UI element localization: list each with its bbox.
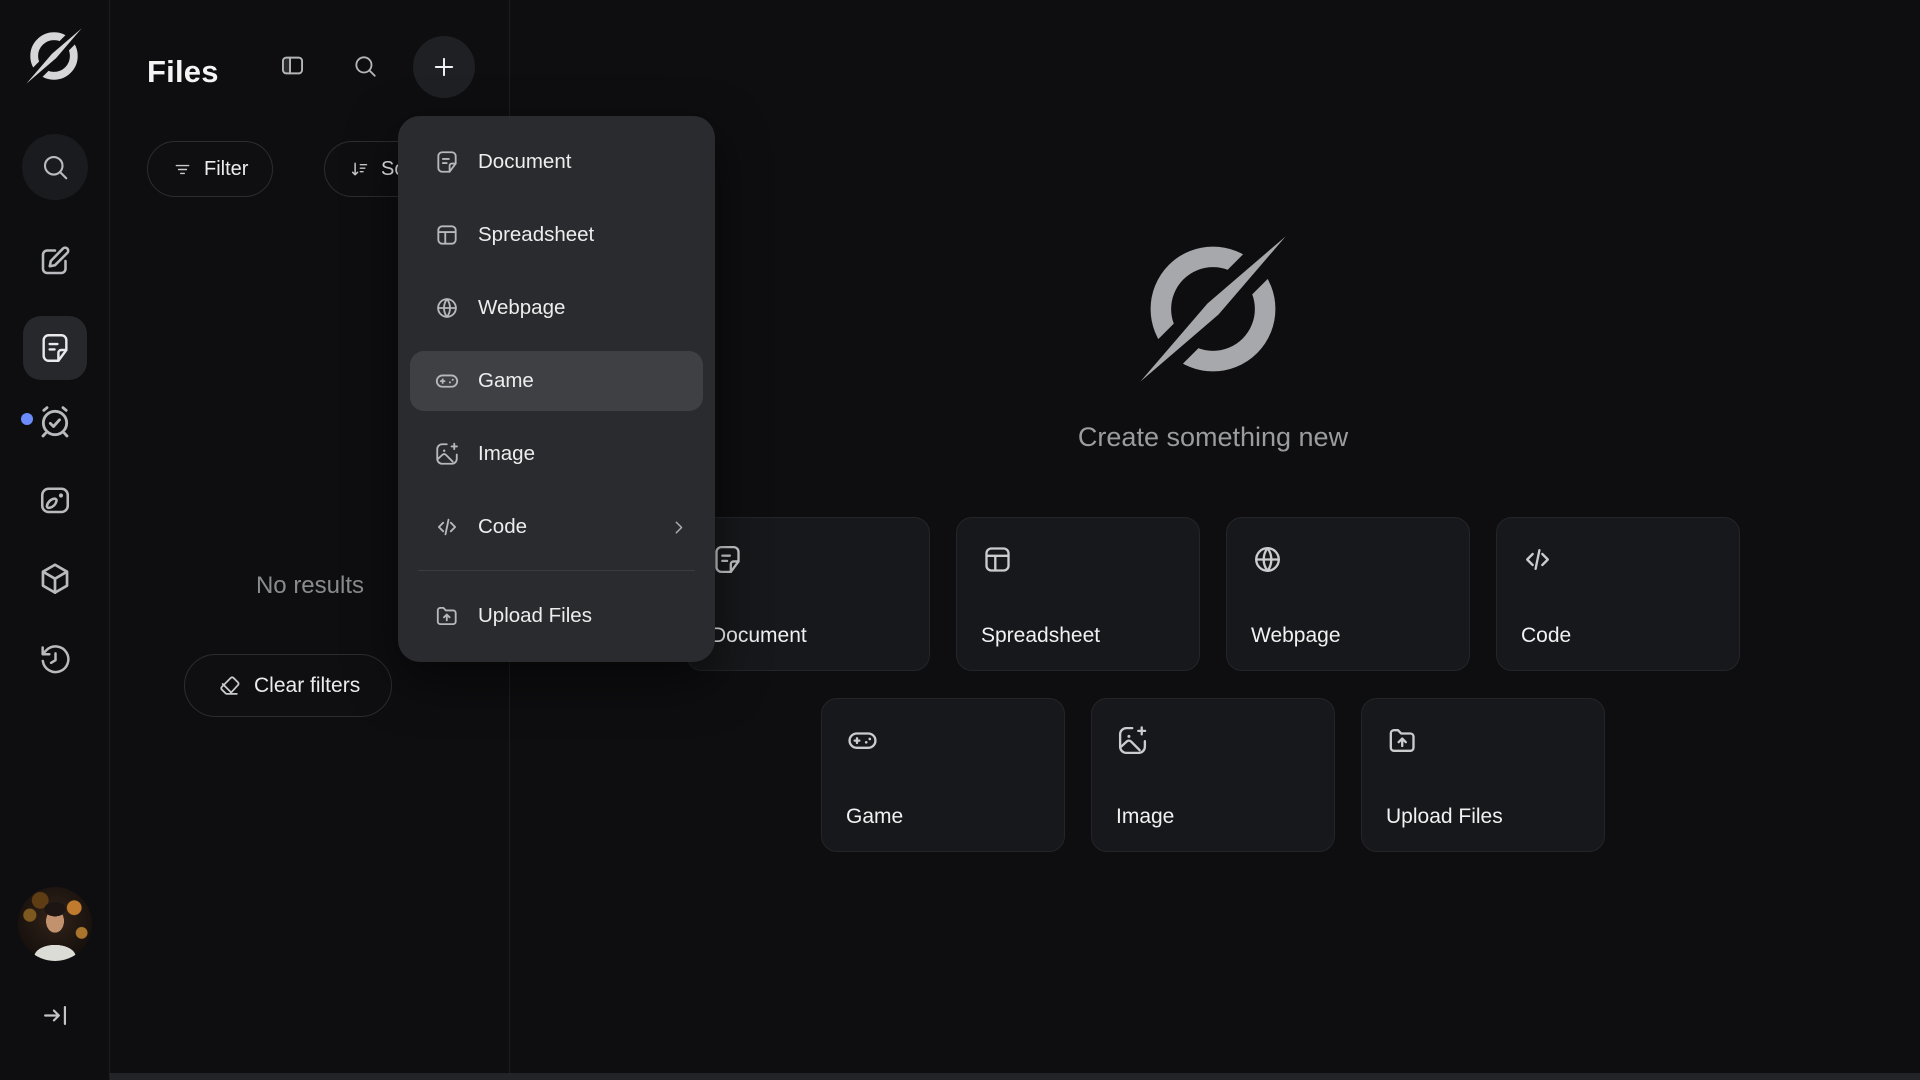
create-card-game[interactable]: Game xyxy=(821,698,1065,852)
sidebar-reminders-button[interactable] xyxy=(34,400,76,442)
card-label: Webpage xyxy=(1251,624,1445,648)
menu-item-label: Webpage xyxy=(478,296,565,320)
menu-item-label: Image xyxy=(478,442,535,466)
sidebar-compose-button[interactable] xyxy=(36,242,74,280)
menu-item-upload-files[interactable]: Upload Files xyxy=(410,586,703,646)
toggle-panel-button[interactable] xyxy=(279,52,306,79)
menu-item-document[interactable]: Document xyxy=(410,132,703,192)
plus-icon xyxy=(430,53,458,81)
compose-icon xyxy=(37,243,73,279)
cube-icon xyxy=(36,560,74,598)
app-window: Files Filter Sort No results Clear filte… xyxy=(0,0,1920,1080)
logo-icon xyxy=(1134,230,1292,388)
card-label: Upload Files xyxy=(1386,805,1580,829)
create-card-webpage[interactable]: Webpage xyxy=(1226,517,1470,671)
globe-icon xyxy=(434,295,460,321)
sidebar-search-button[interactable] xyxy=(22,134,88,200)
create-card-spreadsheet[interactable]: Spreadsheet xyxy=(956,517,1200,671)
code-icon xyxy=(1521,543,1554,576)
create-area: Create something new Document Spreadshee… xyxy=(510,0,1920,1080)
create-card-image[interactable]: Image xyxy=(1091,698,1335,852)
gamepad-icon xyxy=(434,368,460,394)
create-new-button[interactable] xyxy=(413,36,475,98)
image-plus-icon xyxy=(1116,724,1149,757)
menu-item-label: Code xyxy=(478,515,527,539)
menu-item-spreadsheet[interactable]: Spreadsheet xyxy=(410,205,703,265)
panel-icon xyxy=(279,52,306,79)
clear-filters-button[interactable]: Clear filters xyxy=(184,654,392,717)
menu-item-label: Document xyxy=(478,150,571,174)
eraser-icon xyxy=(216,673,241,698)
notification-dot xyxy=(21,413,33,425)
page-title: Files xyxy=(147,54,219,90)
document-icon xyxy=(711,543,744,576)
globe-icon xyxy=(1251,543,1284,576)
card-label: Image xyxy=(1116,805,1310,829)
panel-search-button[interactable] xyxy=(352,53,378,79)
card-label: Document xyxy=(711,624,905,648)
file-icon xyxy=(38,331,72,365)
user-avatar[interactable] xyxy=(18,887,92,961)
clear-filters-label: Clear filters xyxy=(254,674,360,698)
create-cards-row-2: Game Image Upload Files xyxy=(510,698,1916,852)
create-card-upload-files[interactable]: Upload Files xyxy=(1361,698,1605,852)
alarm-check-icon xyxy=(35,401,75,441)
menu-divider xyxy=(418,570,695,571)
create-card-document[interactable]: Document xyxy=(686,517,930,671)
chevron-right-icon xyxy=(668,517,689,538)
gamepad-icon xyxy=(846,724,879,757)
sidebar-signout-button[interactable] xyxy=(39,999,72,1032)
bottom-scrollbar-track[interactable] xyxy=(110,1073,1920,1080)
menu-item-image[interactable]: Image xyxy=(410,424,703,484)
search-icon xyxy=(40,152,70,182)
sidebar-history-button[interactable] xyxy=(37,641,74,678)
code-icon xyxy=(434,514,460,540)
sidebar-media-button[interactable] xyxy=(36,481,74,519)
sort-descending-icon xyxy=(349,159,370,180)
menu-item-label: Game xyxy=(478,369,534,393)
folder-upload-icon xyxy=(434,603,460,629)
filter-button-label: Filter xyxy=(204,158,248,181)
menu-item-webpage[interactable]: Webpage xyxy=(410,278,703,338)
card-label: Game xyxy=(846,805,1040,829)
filter-lines-icon xyxy=(172,159,193,180)
create-dropdown-menu: Document Spreadsheet Webpage Game Image … xyxy=(398,116,715,662)
menu-item-label: Spreadsheet xyxy=(478,223,594,247)
document-icon xyxy=(434,149,460,175)
filter-button[interactable]: Filter xyxy=(147,141,273,197)
spreadsheet-icon xyxy=(434,222,460,248)
spreadsheet-icon xyxy=(981,543,1014,576)
media-icon xyxy=(37,482,73,518)
app-logo-icon[interactable] xyxy=(24,26,84,86)
sidebar-apps-button[interactable] xyxy=(35,559,75,599)
history-icon xyxy=(38,642,73,677)
sidebar xyxy=(0,0,110,1080)
sidebar-files-button-active[interactable] xyxy=(23,316,87,380)
image-plus-icon xyxy=(434,441,460,467)
menu-item-label: Upload Files xyxy=(478,604,592,628)
arrow-right-to-line-icon xyxy=(40,1000,71,1031)
create-heading: Create something new xyxy=(510,422,1916,453)
card-label: Spreadsheet xyxy=(981,624,1175,648)
folder-upload-icon xyxy=(1386,724,1419,757)
create-cards-row-1: Document Spreadsheet Webpage Code xyxy=(510,517,1916,671)
search-icon xyxy=(352,53,378,79)
menu-item-code[interactable]: Code xyxy=(410,497,703,557)
create-card-code[interactable]: Code xyxy=(1496,517,1740,671)
card-label: Code xyxy=(1521,624,1715,648)
menu-item-game[interactable]: Game xyxy=(410,351,703,411)
